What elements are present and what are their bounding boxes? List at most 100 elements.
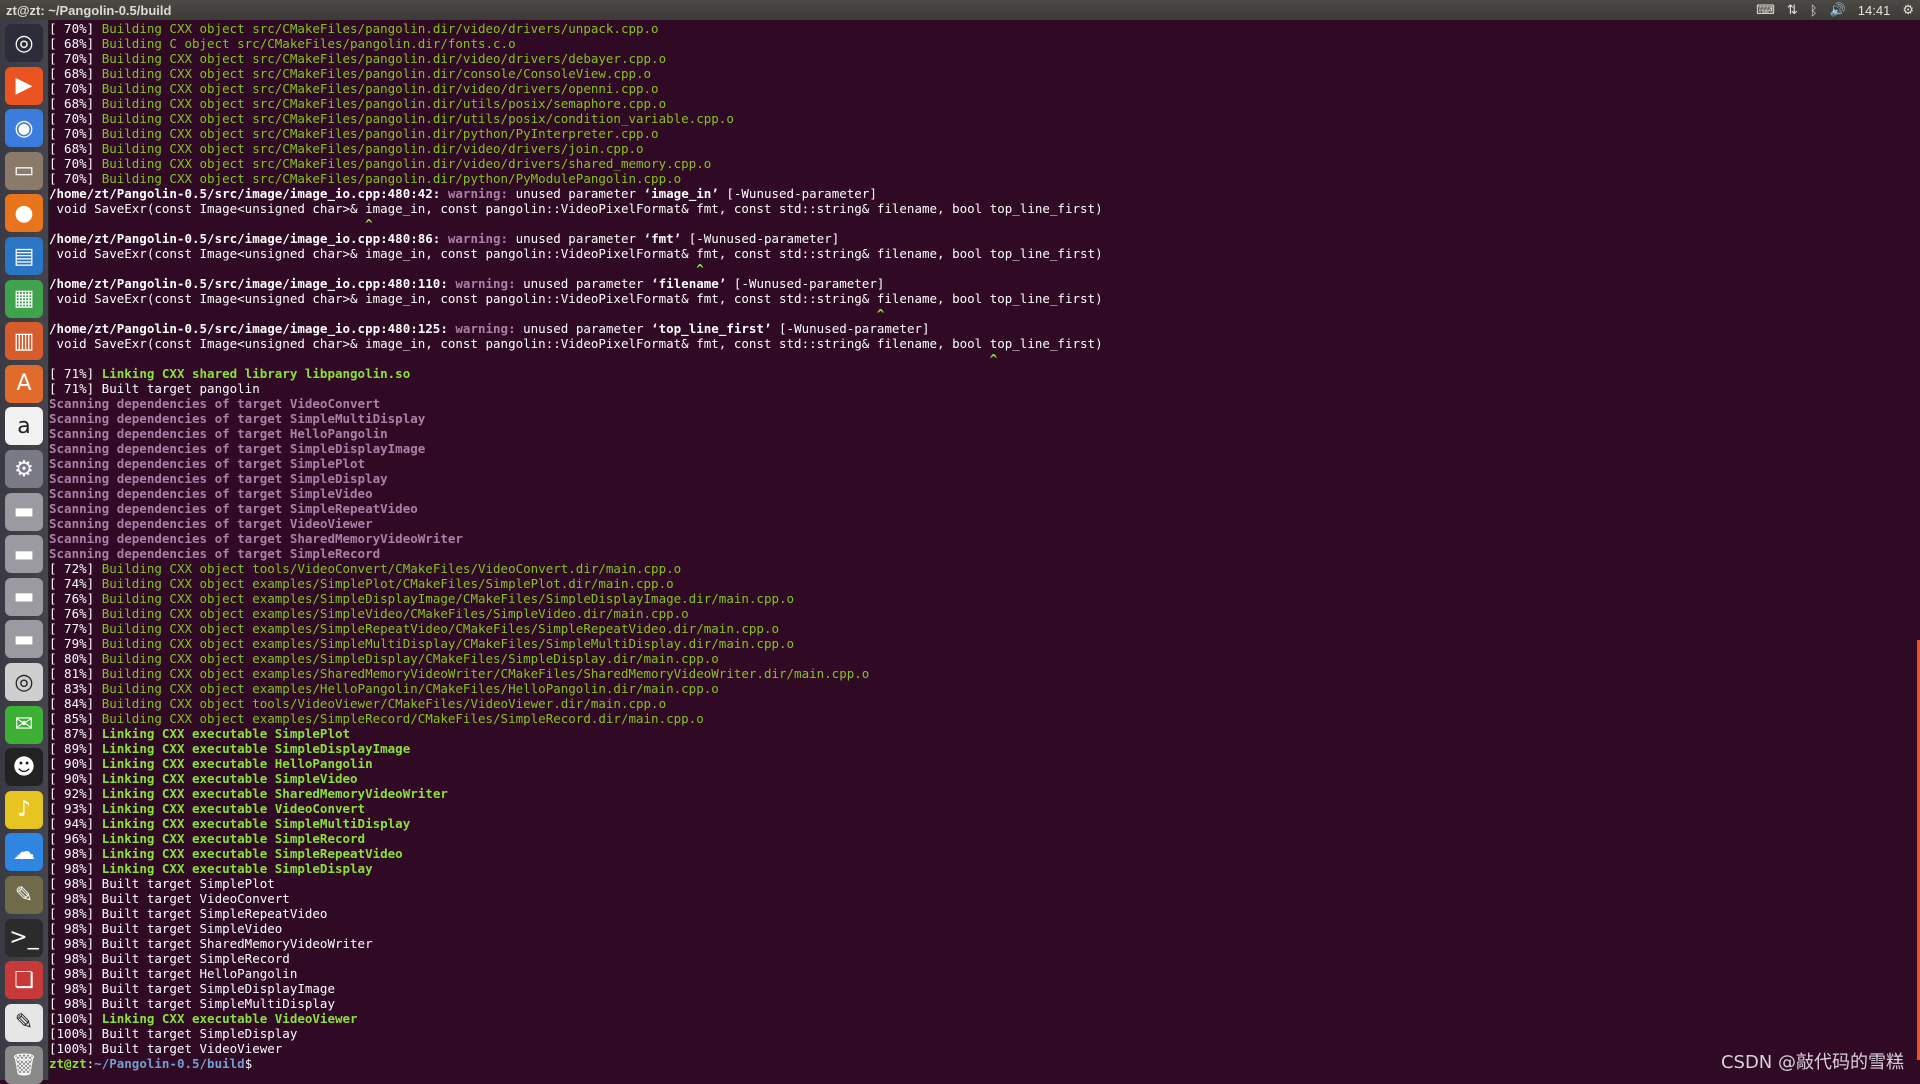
link-line: [ 93%] Linking CXX executable VideoConve… [49, 801, 1920, 816]
impress-icon[interactable]: ▥ [5, 322, 43, 361]
progress-percent: [ 70%] [49, 81, 102, 96]
progress-percent: [ 68%] [49, 96, 102, 111]
built-target-line: [ 98%] Built target VideoConvert [49, 891, 1920, 906]
build-message: Linking CXX executable VideoViewer [101, 1011, 358, 1026]
warning-caret-line: ^ [49, 351, 1920, 366]
progress-percent: [ 71%] [49, 366, 102, 381]
gear-icon[interactable]: ⚙ [1902, 2, 1914, 18]
build-message: Building CXX object src/CMakeFiles/pango… [101, 81, 659, 96]
build-line: [ 72%] Building CXX object tools/VideoCo… [49, 561, 1920, 576]
volume-icon[interactable]: 🔊 [1830, 2, 1846, 18]
progress-percent: [ 70%] [49, 156, 102, 171]
output-text: [ 98%] Built target VideoConvert [49, 891, 290, 906]
progress-percent: [ 68%] [49, 141, 102, 156]
terminal-output[interactable]: [ 70%] Building CXX object src/CMakeFile… [49, 20, 1920, 1080]
progress-percent: [ 89%] [49, 741, 102, 756]
build-message: Building CXX object examples/SimpleDispl… [101, 591, 795, 606]
drive-icon[interactable]: ▬ [5, 535, 43, 574]
build-message: Linking CXX executable VideoConvert [101, 801, 366, 816]
warning-line: /home/zt/Pangolin-0.5/src/image/image_io… [49, 231, 1920, 246]
warning-parameter: ‘fmt’ [643, 231, 682, 246]
ubuntu-dash-icon[interactable]: ◎ [5, 24, 43, 62]
build-line: [ 85%] Building CXX object examples/Simp… [49, 711, 1920, 726]
build-message: Building CXX object src/CMakeFiles/pango… [101, 51, 667, 66]
progress-percent: [ 83%] [49, 681, 102, 696]
output-text: [100%] Built target SimpleDisplay [49, 1026, 298, 1041]
qq-icon[interactable]: ☻ [5, 748, 43, 787]
build-line: [ 77%] Building CXX object examples/Simp… [49, 621, 1920, 636]
build-message: Building CXX object src/CMakeFiles/pango… [101, 21, 659, 36]
build-message: Building CXX object tools/VideoConvert/C… [101, 561, 682, 576]
progress-percent: [ 70%] [49, 21, 102, 36]
output-text: void SaveExr(const Image<unsigned char>&… [49, 336, 1103, 351]
build-message: Building CXX object tools/VideoViewer/CM… [101, 696, 667, 711]
link-line: [ 71%] Linking CXX shared library libpan… [49, 366, 1920, 381]
keyboard-icon[interactable]: ⌨ [1756, 2, 1775, 18]
dvd-icon[interactable]: ◎ [5, 663, 43, 701]
scanning-line: Scanning dependencies of target SimpleMu… [49, 411, 1920, 426]
output-text: Scanning dependencies of target SimpleRe… [49, 546, 381, 561]
output-text: ^ [49, 216, 373, 231]
video-player-icon[interactable]: ▶ [5, 66, 43, 105]
calc-icon[interactable]: ▦ [5, 279, 43, 318]
warning-code-line: void SaveExr(const Image<unsigned char>&… [49, 201, 1920, 216]
progress-percent: [ 70%] [49, 126, 102, 141]
terminal-icon[interactable]: >_ [5, 918, 43, 957]
progress-percent: [ 87%] [49, 726, 102, 741]
warning-code-line: void SaveExr(const Image<unsigned char>&… [49, 291, 1920, 306]
link-line: [ 87%] Linking CXX executable SimplePlot [49, 726, 1920, 741]
warning-parameter: ‘image_in’ [643, 186, 719, 201]
system-tray: ⌨ ⇅ ᛒ 🔊 14:41 ⚙ [1756, 0, 1914, 20]
music-icon[interactable]: ♪ [5, 790, 43, 829]
scanning-line: Scanning dependencies of target SimpleDi… [49, 441, 1920, 456]
build-message: Building C object src/CMakeFiles/pangoli… [101, 36, 516, 51]
progress-percent: [ 90%] [49, 756, 102, 771]
output-text: Scanning dependencies of target HelloPan… [49, 426, 388, 441]
files-icon[interactable]: ▭ [5, 151, 43, 190]
bluetooth-icon[interactable]: ᛒ [1810, 3, 1818, 18]
gimp-icon[interactable]: ✎ [5, 876, 43, 914]
link-line: [ 94%] Linking CXX executable SimpleMult… [49, 816, 1920, 831]
build-message: Building CXX object src/CMakeFiles/pango… [101, 171, 682, 186]
warning-parameter: ‘filename’ [651, 276, 727, 291]
built-target-line: [100%] Built target VideoViewer [49, 1041, 1920, 1056]
clock[interactable]: 14:41 [1858, 3, 1891, 18]
drive-icon[interactable]: ▬ [5, 577, 43, 616]
trash-icon[interactable]: 🗑 [5, 1046, 43, 1084]
progress-percent: [ 72%] [49, 561, 102, 576]
built-target-line: [ 98%] Built target SimpleMultiDisplay [49, 996, 1920, 1011]
chrome-icon[interactable]: ◉ [5, 109, 43, 148]
warning-message: unused parameter [515, 276, 652, 291]
writer-icon[interactable]: ▤ [5, 237, 43, 275]
build-line: [ 68%] Building CXX object src/CMakeFile… [49, 66, 1920, 81]
network-icon[interactable]: ⇅ [1787, 2, 1798, 18]
built-target-line: [ 98%] Built target SimpleRecord [49, 951, 1920, 966]
drive-icon[interactable]: ▬ [5, 492, 43, 531]
progress-percent: [ 92%] [49, 786, 102, 801]
output-text: [ 71%] Built target pangolin [49, 381, 260, 396]
baidu-netdisk-icon[interactable]: ☁ [5, 833, 43, 872]
build-line: [ 70%] Building CXX object src/CMakeFile… [49, 21, 1920, 36]
amazon-icon[interactable]: a [5, 407, 43, 446]
firefox-icon[interactable]: ● [5, 194, 43, 233]
progress-percent: [ 90%] [49, 771, 102, 786]
output-text: [ 98%] Built target SimpleRecord [49, 951, 290, 966]
pdf-viewer-icon[interactable]: ❏ [5, 961, 43, 1000]
output-text: [ 98%] Built target SharedMemoryVideoWri… [49, 936, 373, 951]
scanning-line: Scanning dependencies of target SimpleDi… [49, 471, 1920, 486]
wechat-icon[interactable]: ✉ [5, 705, 43, 744]
progress-percent: [ 93%] [49, 801, 102, 816]
output-text: Scanning dependencies of target SimplePl… [49, 456, 366, 471]
text-editor-icon[interactable]: ✎ [5, 1003, 43, 1042]
drive-icon[interactable]: ▬ [5, 620, 43, 659]
settings-icon[interactable]: ⚙ [5, 450, 43, 488]
build-message: Building CXX object examples/SimpleMulti… [101, 636, 795, 651]
build-line: [ 70%] Building CXX object src/CMakeFile… [49, 171, 1920, 186]
software-center-icon[interactable]: A [5, 364, 43, 403]
warning-code-line: void SaveExr(const Image<unsigned char>&… [49, 246, 1920, 261]
link-line: [ 92%] Linking CXX executable SharedMemo… [49, 786, 1920, 801]
warning-parameter: ‘top_line_first’ [651, 321, 772, 336]
progress-percent: [ 70%] [49, 111, 102, 126]
progress-percent: [ 74%] [49, 576, 102, 591]
progress-percent: [ 68%] [49, 66, 102, 81]
